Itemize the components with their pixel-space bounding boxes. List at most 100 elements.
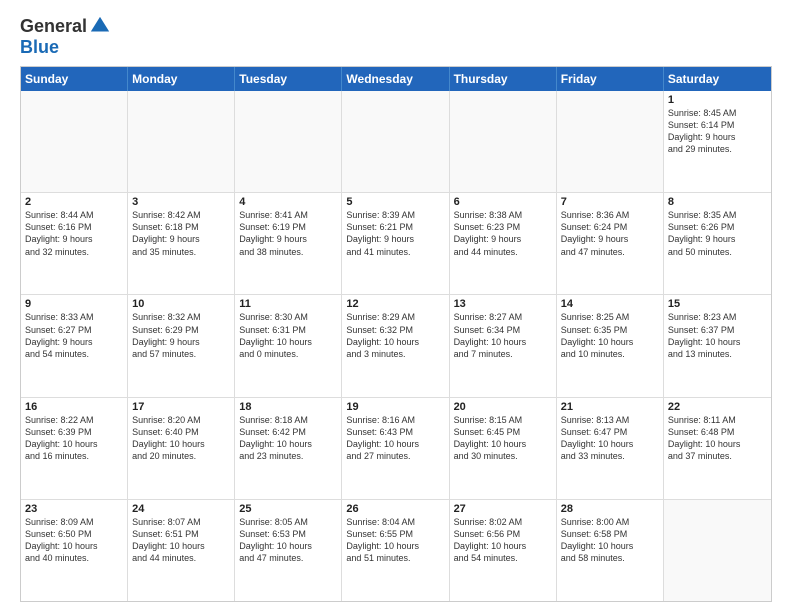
calendar-cell (342, 91, 449, 192)
day-number: 15 (668, 298, 767, 310)
calendar-cell (235, 91, 342, 192)
calendar-cell (21, 91, 128, 192)
cell-info: Sunrise: 8:45 AM Sunset: 6:14 PM Dayligh… (668, 107, 767, 156)
cell-info: Sunrise: 8:20 AM Sunset: 6:40 PM Dayligh… (132, 414, 230, 463)
day-number: 24 (132, 503, 230, 515)
calendar-cell: 19Sunrise: 8:16 AM Sunset: 6:43 PM Dayli… (342, 398, 449, 499)
day-number: 26 (346, 503, 444, 515)
cell-info: Sunrise: 8:07 AM Sunset: 6:51 PM Dayligh… (132, 516, 230, 565)
day-number: 2 (25, 196, 123, 208)
calendar-cell: 20Sunrise: 8:15 AM Sunset: 6:45 PM Dayli… (450, 398, 557, 499)
calendar-cell: 8Sunrise: 8:35 AM Sunset: 6:26 PM Daylig… (664, 193, 771, 294)
cell-info: Sunrise: 8:41 AM Sunset: 6:19 PM Dayligh… (239, 209, 337, 258)
cell-info: Sunrise: 8:00 AM Sunset: 6:58 PM Dayligh… (561, 516, 659, 565)
day-number: 25 (239, 503, 337, 515)
calendar-cell (450, 91, 557, 192)
cell-info: Sunrise: 8:15 AM Sunset: 6:45 PM Dayligh… (454, 414, 552, 463)
cell-info: Sunrise: 8:33 AM Sunset: 6:27 PM Dayligh… (25, 311, 123, 360)
calendar-row-4: 23Sunrise: 8:09 AM Sunset: 6:50 PM Dayli… (21, 499, 771, 601)
cell-info: Sunrise: 8:29 AM Sunset: 6:32 PM Dayligh… (346, 311, 444, 360)
calendar-row-0: 1Sunrise: 8:45 AM Sunset: 6:14 PM Daylig… (21, 91, 771, 192)
day-number: 19 (346, 401, 444, 413)
cell-info: Sunrise: 8:23 AM Sunset: 6:37 PM Dayligh… (668, 311, 767, 360)
day-number: 3 (132, 196, 230, 208)
day-number: 9 (25, 298, 123, 310)
day-number: 28 (561, 503, 659, 515)
calendar-cell: 21Sunrise: 8:13 AM Sunset: 6:47 PM Dayli… (557, 398, 664, 499)
calendar-row-2: 9Sunrise: 8:33 AM Sunset: 6:27 PM Daylig… (21, 294, 771, 396)
cell-info: Sunrise: 8:30 AM Sunset: 6:31 PM Dayligh… (239, 311, 337, 360)
calendar-header: SundayMondayTuesdayWednesdayThursdayFrid… (21, 67, 771, 91)
calendar-cell: 16Sunrise: 8:22 AM Sunset: 6:39 PM Dayli… (21, 398, 128, 499)
cell-info: Sunrise: 8:39 AM Sunset: 6:21 PM Dayligh… (346, 209, 444, 258)
calendar-cell: 25Sunrise: 8:05 AM Sunset: 6:53 PM Dayli… (235, 500, 342, 601)
header-cell-thursday: Thursday (450, 67, 557, 91)
calendar-cell: 1Sunrise: 8:45 AM Sunset: 6:14 PM Daylig… (664, 91, 771, 192)
calendar-cell (128, 91, 235, 192)
logo-blue-text: Blue (20, 37, 59, 57)
calendar-cell (664, 500, 771, 601)
day-number: 23 (25, 503, 123, 515)
calendar-cell: 26Sunrise: 8:04 AM Sunset: 6:55 PM Dayli… (342, 500, 449, 601)
calendar-row-1: 2Sunrise: 8:44 AM Sunset: 6:16 PM Daylig… (21, 192, 771, 294)
calendar-cell: 6Sunrise: 8:38 AM Sunset: 6:23 PM Daylig… (450, 193, 557, 294)
calendar-cell: 12Sunrise: 8:29 AM Sunset: 6:32 PM Dayli… (342, 295, 449, 396)
cell-info: Sunrise: 8:25 AM Sunset: 6:35 PM Dayligh… (561, 311, 659, 360)
calendar-cell: 24Sunrise: 8:07 AM Sunset: 6:51 PM Dayli… (128, 500, 235, 601)
day-number: 5 (346, 196, 444, 208)
calendar-cell: 14Sunrise: 8:25 AM Sunset: 6:35 PM Dayli… (557, 295, 664, 396)
calendar-cell: 2Sunrise: 8:44 AM Sunset: 6:16 PM Daylig… (21, 193, 128, 294)
page: General Blue SundayMondayTuesdayWednesda… (0, 0, 792, 612)
day-number: 1 (668, 94, 767, 106)
calendar-cell: 23Sunrise: 8:09 AM Sunset: 6:50 PM Dayli… (21, 500, 128, 601)
day-number: 7 (561, 196, 659, 208)
calendar-cell: 18Sunrise: 8:18 AM Sunset: 6:42 PM Dayli… (235, 398, 342, 499)
calendar-cell: 7Sunrise: 8:36 AM Sunset: 6:24 PM Daylig… (557, 193, 664, 294)
cell-info: Sunrise: 8:38 AM Sunset: 6:23 PM Dayligh… (454, 209, 552, 258)
day-number: 16 (25, 401, 123, 413)
day-number: 18 (239, 401, 337, 413)
cell-info: Sunrise: 8:05 AM Sunset: 6:53 PM Dayligh… (239, 516, 337, 565)
cell-info: Sunrise: 8:04 AM Sunset: 6:55 PM Dayligh… (346, 516, 444, 565)
cell-info: Sunrise: 8:09 AM Sunset: 6:50 PM Dayligh… (25, 516, 123, 565)
calendar-cell: 3Sunrise: 8:42 AM Sunset: 6:18 PM Daylig… (128, 193, 235, 294)
day-number: 14 (561, 298, 659, 310)
cell-info: Sunrise: 8:13 AM Sunset: 6:47 PM Dayligh… (561, 414, 659, 463)
header-cell-saturday: Saturday (664, 67, 771, 91)
day-number: 6 (454, 196, 552, 208)
calendar-cell: 9Sunrise: 8:33 AM Sunset: 6:27 PM Daylig… (21, 295, 128, 396)
calendar-cell: 22Sunrise: 8:11 AM Sunset: 6:48 PM Dayli… (664, 398, 771, 499)
cell-info: Sunrise: 8:22 AM Sunset: 6:39 PM Dayligh… (25, 414, 123, 463)
header-cell-sunday: Sunday (21, 67, 128, 91)
header: General Blue (20, 16, 772, 58)
cell-info: Sunrise: 8:32 AM Sunset: 6:29 PM Dayligh… (132, 311, 230, 360)
calendar-cell: 13Sunrise: 8:27 AM Sunset: 6:34 PM Dayli… (450, 295, 557, 396)
calendar-body: 1Sunrise: 8:45 AM Sunset: 6:14 PM Daylig… (21, 91, 771, 601)
day-number: 20 (454, 401, 552, 413)
calendar-cell: 27Sunrise: 8:02 AM Sunset: 6:56 PM Dayli… (450, 500, 557, 601)
calendar-cell: 10Sunrise: 8:32 AM Sunset: 6:29 PM Dayli… (128, 295, 235, 396)
cell-info: Sunrise: 8:44 AM Sunset: 6:16 PM Dayligh… (25, 209, 123, 258)
day-number: 22 (668, 401, 767, 413)
cell-info: Sunrise: 8:18 AM Sunset: 6:42 PM Dayligh… (239, 414, 337, 463)
logo: General Blue (20, 16, 111, 58)
header-cell-wednesday: Wednesday (342, 67, 449, 91)
calendar-cell: 17Sunrise: 8:20 AM Sunset: 6:40 PM Dayli… (128, 398, 235, 499)
day-number: 13 (454, 298, 552, 310)
calendar-cell (557, 91, 664, 192)
calendar-cell: 28Sunrise: 8:00 AM Sunset: 6:58 PM Dayli… (557, 500, 664, 601)
calendar-cell: 15Sunrise: 8:23 AM Sunset: 6:37 PM Dayli… (664, 295, 771, 396)
cell-info: Sunrise: 8:35 AM Sunset: 6:26 PM Dayligh… (668, 209, 767, 258)
header-cell-friday: Friday (557, 67, 664, 91)
day-number: 17 (132, 401, 230, 413)
header-cell-tuesday: Tuesday (235, 67, 342, 91)
calendar-cell: 11Sunrise: 8:30 AM Sunset: 6:31 PM Dayli… (235, 295, 342, 396)
calendar: SundayMondayTuesdayWednesdayThursdayFrid… (20, 66, 772, 602)
logo-general-text: General (20, 16, 87, 37)
logo-icon (89, 15, 111, 37)
day-number: 4 (239, 196, 337, 208)
day-number: 27 (454, 503, 552, 515)
cell-info: Sunrise: 8:42 AM Sunset: 6:18 PM Dayligh… (132, 209, 230, 258)
calendar-cell: 4Sunrise: 8:41 AM Sunset: 6:19 PM Daylig… (235, 193, 342, 294)
calendar-row-3: 16Sunrise: 8:22 AM Sunset: 6:39 PM Dayli… (21, 397, 771, 499)
